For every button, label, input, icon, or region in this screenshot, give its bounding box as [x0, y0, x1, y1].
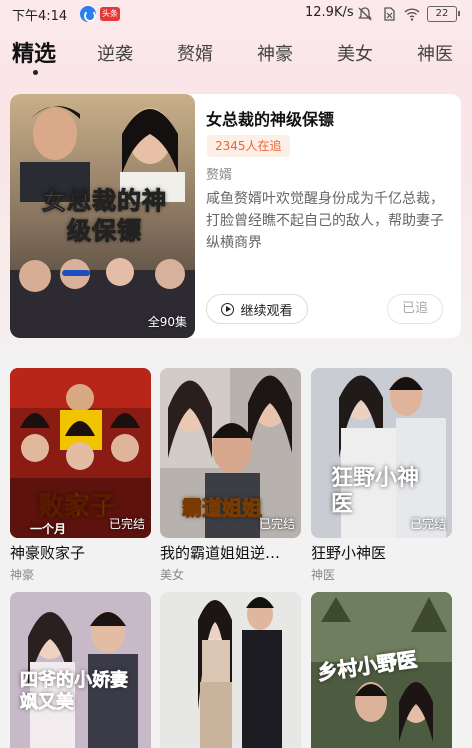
continue-watching-label: 继续观看 [240, 303, 293, 319]
featured-drama-card[interactable]: 女总裁的神级保镖 全90集 女总裁的神级保镖 2345人在追 赘婿 咸鱼赘婿叶欢… [10, 94, 461, 338]
tab-featured[interactable]: 精选 [12, 36, 56, 68]
drama-card[interactable]: 败家子 一个月 已完结 神豪败家子 神豪 [10, 368, 151, 583]
poster-title-text: 霸道姐姐 [182, 496, 263, 521]
poster-subtitle-text: 一个月 [30, 522, 67, 536]
poster-title-text: 狂野小神医 [331, 466, 420, 517]
sim-off-icon [384, 7, 395, 21]
poster-title-text: 四爷的小娇妻飒又美 [20, 670, 129, 714]
drama-poster[interactable]: 乡村小野医 [311, 592, 452, 748]
featured-poster[interactable]: 女总裁的神级保镖 全90集 [10, 94, 195, 338]
completed-tag: 已完结 [258, 517, 295, 531]
network-speed: 12.9K/s [305, 5, 354, 20]
tab-comeback[interactable]: 逆袭 [97, 40, 133, 66]
status-bar: 下午4:14 头条 12.9K/s 22 [0, 0, 472, 28]
drama-genre: 美女 [160, 568, 185, 582]
drama-card[interactable]: 霸道姐姐 已完结 我的霸道姐姐逆… 美女 [160, 368, 301, 583]
poster-image [160, 592, 301, 748]
tab-tycoon[interactable]: 神豪 [257, 40, 293, 66]
continue-watching-button[interactable]: 继续观看 [206, 294, 308, 324]
news-app-icon: 头条 [100, 7, 120, 21]
drama-title[interactable]: 狂野小神医 [311, 542, 452, 563]
battery-indicator: 22 [427, 6, 460, 22]
tab-beauty[interactable]: 美女 [337, 40, 373, 66]
drama-poster[interactable]: 狂野小神医 已完结 [311, 368, 452, 538]
featured-title[interactable]: 女总裁的神级保镖 [206, 106, 334, 130]
drama-title[interactable]: 我的霸道姐姐逆… [160, 542, 301, 563]
category-tabs: 精选 逆袭 赘婿 神豪 美女 神医 [0, 36, 472, 76]
completed-tag: 已完结 [108, 517, 145, 531]
wifi-icon [404, 8, 420, 21]
tab-doctor[interactable]: 神医 [417, 40, 453, 66]
drama-poster[interactable]: 霸道姐姐 已完结 [160, 368, 301, 538]
drama-card[interactable]: 狂野小神医 已完结 狂野小神医 神医 [311, 368, 452, 583]
drama-genre: 神医 [311, 568, 336, 582]
tab-son-in-law[interactable]: 赘婿 [177, 40, 213, 66]
followed-button[interactable]: 已追 [387, 294, 443, 324]
app-notification-icon [80, 6, 96, 22]
featured-description: 咸鱼赘婿叶欢觉醒身份成为千亿总裁，打脸曾经瞧不起自己的敌人，帮助妻子纵横商界 [206, 191, 444, 251]
status-time: 下午4:14 [12, 9, 68, 24]
episode-count: 全90集 [147, 315, 187, 329]
poster-title-text: 败家子 [37, 492, 117, 523]
drama-title[interactable]: 神豪败家子 [10, 542, 151, 563]
featured-poster-title: 女总裁的神级保镖 [42, 187, 167, 246]
drama-poster[interactable]: 四爷的小娇妻飒又美 [10, 592, 151, 748]
completed-tag: 已完结 [409, 517, 446, 531]
drama-genre: 神豪 [10, 568, 35, 582]
follower-count-badge: 2345人在追 [207, 135, 290, 157]
active-tab-indicator [33, 70, 38, 75]
bell-off-icon [358, 7, 372, 21]
drama-poster[interactable] [160, 592, 301, 748]
featured-genre: 赘婿 [206, 168, 233, 183]
drama-poster[interactable]: 败家子 一个月 已完结 [10, 368, 151, 538]
play-circle-icon [221, 302, 235, 316]
